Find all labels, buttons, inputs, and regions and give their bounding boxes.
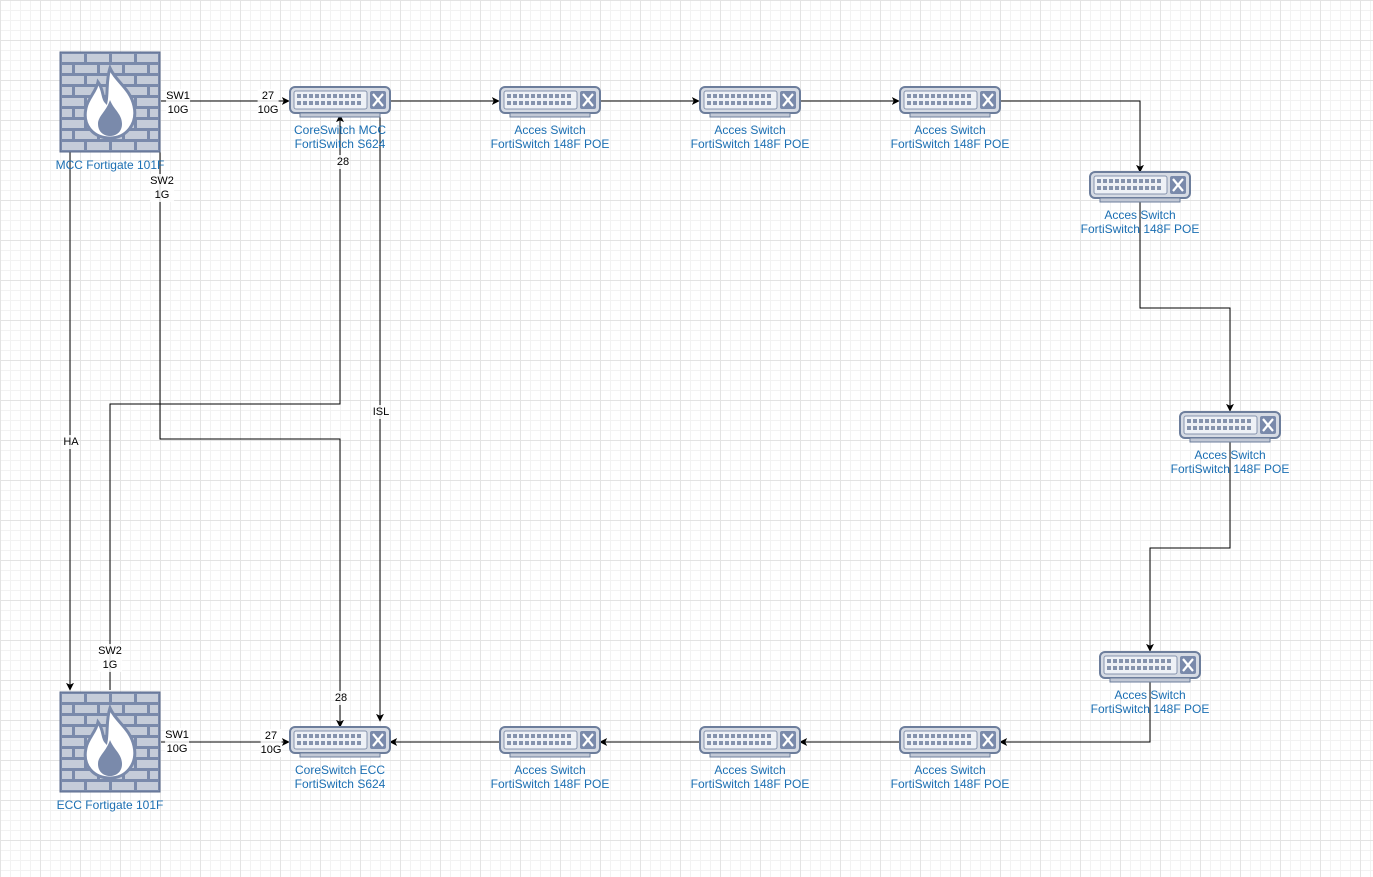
as8-switch-icon[interactable]	[698, 725, 802, 759]
as6-label-line2: FortiSwitch 148F POE	[1090, 702, 1210, 716]
core-ecc-label-line1: CoreSwitch ECC	[294, 763, 386, 777]
core-mcc-label-line1: CoreSwitch MCC	[293, 123, 386, 137]
as2-label: Acces Switch FortiSwitch 148F POE	[650, 123, 850, 151]
as4-label-line1: Acces Switch	[1104, 208, 1176, 222]
as7-switch-icon[interactable]	[898, 725, 1002, 759]
edge-label-mcc-sw2-speed: 1G	[154, 189, 170, 201]
edge-label-ecc-sw1: SW1 10G	[165, 728, 189, 756]
as1-label-line1: Acces Switch	[514, 123, 586, 137]
core-mcc-switch-icon[interactable]	[288, 85, 392, 119]
as3-label-line1: Acces Switch	[914, 123, 986, 137]
as6-label-line1: Acces Switch	[1114, 688, 1186, 702]
as9-label-line2: FortiSwitch 148F POE	[490, 777, 610, 791]
as6-switch-icon[interactable]	[1098, 650, 1202, 684]
ecc-firewall-label: ECC Fortigate 101F	[10, 798, 210, 812]
edge-label-ecc-sw2-speed: 1G	[102, 659, 118, 671]
edges	[66, 97, 1234, 746]
as3-label: Acces Switch FortiSwitch 148F POE	[850, 123, 1050, 151]
as1-switch-icon[interactable]	[498, 85, 602, 119]
edge-label-ha: HA	[63, 435, 79, 449]
as1-label: Acces Switch FortiSwitch 148F POE	[450, 123, 650, 151]
as4-switch-icon[interactable]	[1088, 170, 1192, 204]
edge-label-isl-text: ISL	[372, 406, 390, 418]
core-mcc-label-line2: FortiSwitch S624	[294, 137, 386, 151]
nodes	[58, 50, 1282, 794]
as8-label-line2: FortiSwitch 148F POE	[690, 777, 810, 791]
edge-mcc-fw-sw2-to-core-ecc[interactable]	[159, 152, 344, 728]
edge-label-mcc-port28-port: 28	[336, 156, 350, 168]
as7-label-line1: Acces Switch	[914, 763, 986, 777]
edge-label-mcc-sw1-speed: 10G	[167, 104, 189, 116]
as2-label-line1: Acces Switch	[714, 123, 786, 137]
as9-label-line1: Acces Switch	[514, 763, 586, 777]
edge-label-ecc-port27-speed: 10G	[260, 744, 282, 756]
mcc-firewall-label: MCC Fortigate 101F	[10, 158, 210, 172]
as5-label-line1: Acces Switch	[1194, 448, 1266, 462]
edge-label-mcc-port28: 28	[336, 155, 350, 169]
edge-label-ecc-sw2: SW2 1G	[98, 644, 122, 672]
edge-label-mcc-sw1-port: SW1	[166, 90, 190, 102]
edge-ecc-fw-sw2-to-core-mcc[interactable]	[109, 114, 344, 690]
ecc-firewall-icon[interactable]	[58, 690, 162, 794]
as5-label-line2: FortiSwitch 148F POE	[1170, 462, 1290, 476]
core-ecc-label-line2: FortiSwitch S624	[294, 777, 386, 791]
edge-label-ecc-port27-port: 27	[264, 730, 278, 742]
edge-label-ecc-sw2-port: SW2	[98, 645, 122, 657]
as8-label-line1: Acces Switch	[714, 763, 786, 777]
as3-label-line2: FortiSwitch 148F POE	[890, 137, 1010, 151]
edge-label-isl: ISL	[372, 405, 390, 419]
as6-label: Acces Switch FortiSwitch 148F POE	[1050, 688, 1250, 716]
edge-label-mcc-port27-speed: 10G	[257, 104, 279, 116]
as3-switch-icon[interactable]	[898, 85, 1002, 119]
as7-label-line2: FortiSwitch 148F POE	[890, 777, 1010, 791]
core-ecc-switch-icon[interactable]	[288, 725, 392, 759]
edge-label-mcc-sw2-port: SW2	[150, 175, 174, 187]
as2-label-line2: FortiSwitch 148F POE	[690, 137, 810, 151]
edge-label-mcc-port27-port: 27	[261, 90, 275, 102]
mcc-firewall-label-line1: MCC Fortigate 101F	[55, 158, 165, 172]
as5-switch-icon[interactable]	[1178, 410, 1282, 444]
edge-label-ecc-port28: 28	[334, 691, 348, 705]
as1-label-line2: FortiSwitch 148F POE	[490, 137, 610, 151]
edge-label-mcc-port27: 27 10G	[257, 89, 279, 117]
as9-label: Acces Switch FortiSwitch 148F POE	[450, 763, 650, 791]
ecc-firewall-label-line1: ECC Fortigate 101F	[56, 798, 164, 812]
core-ecc-label: CoreSwitch ECC FortiSwitch S624	[240, 763, 440, 791]
as2-switch-icon[interactable]	[698, 85, 802, 119]
edge-label-ecc-port27: 27 10G	[260, 729, 282, 757]
edge-label-ecc-port28-port: 28	[334, 692, 348, 704]
edge-label-mcc-sw2: SW2 1G	[150, 174, 174, 202]
edge-label-ecc-sw1-port: SW1	[165, 729, 189, 741]
edge-label-ha-text: HA	[63, 436, 79, 448]
as5-label: Acces Switch FortiSwitch 148F POE	[1130, 448, 1330, 476]
as9-switch-icon[interactable]	[498, 725, 602, 759]
edge-label-ecc-sw1-speed: 10G	[166, 743, 188, 755]
as4-label-line2: FortiSwitch 148F POE	[1080, 222, 1200, 236]
as4-label: Acces Switch FortiSwitch 148F POE	[1040, 208, 1240, 236]
as7-label: Acces Switch FortiSwitch 148F POE	[850, 763, 1050, 791]
edge-label-mcc-sw1: SW1 10G	[166, 89, 190, 117]
core-mcc-label: CoreSwitch MCC FortiSwitch S624	[240, 123, 440, 151]
as8-label: Acces Switch FortiSwitch 148F POE	[650, 763, 850, 791]
mcc-firewall-icon[interactable]	[58, 50, 162, 154]
